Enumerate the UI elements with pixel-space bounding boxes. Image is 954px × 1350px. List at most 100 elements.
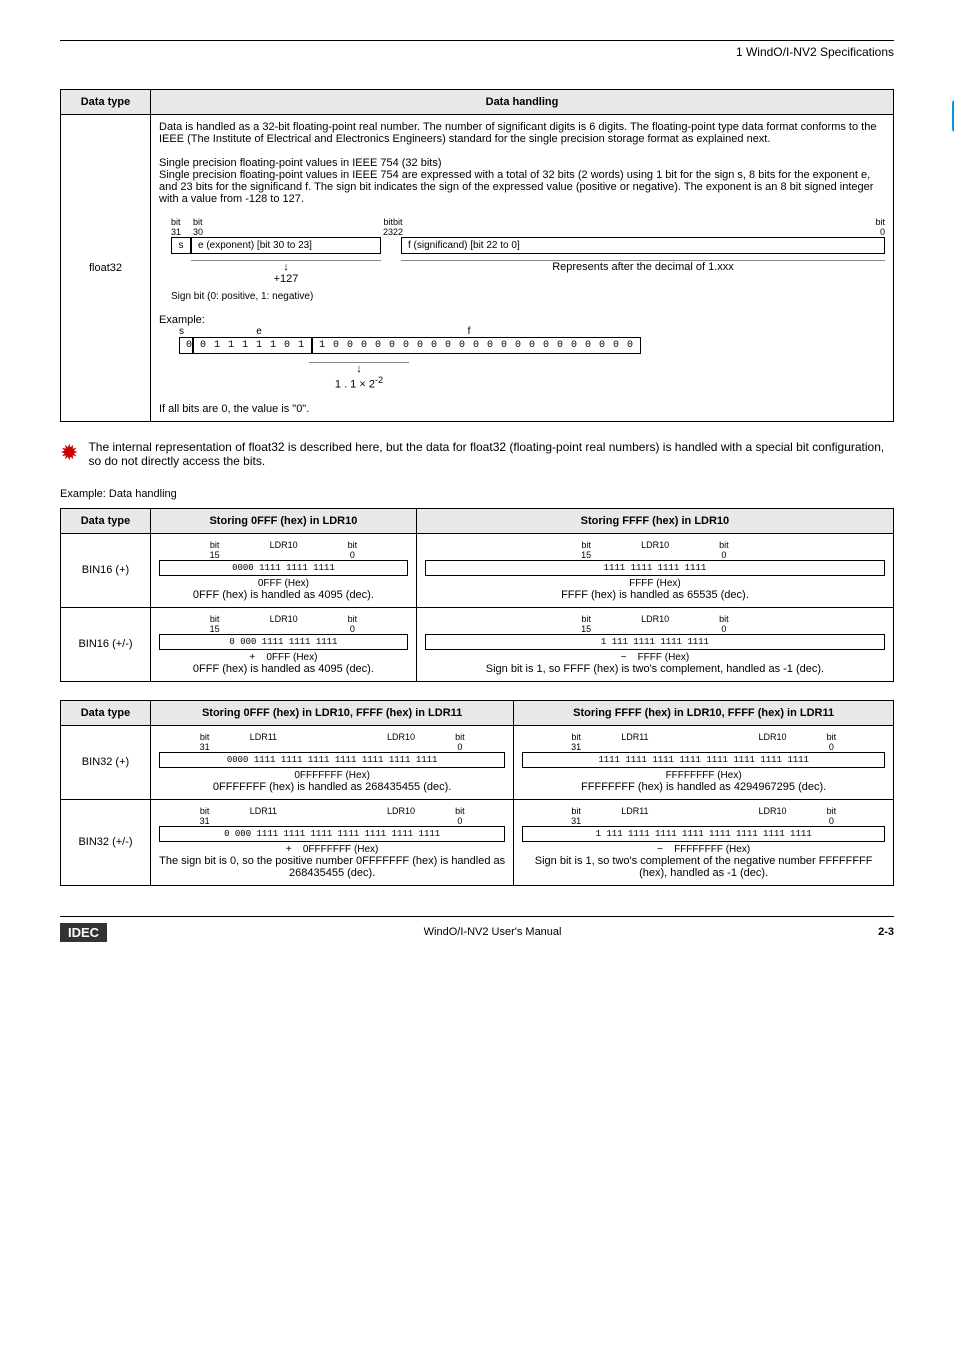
example-label: Example: Data handling [60,488,894,500]
bit-lbl: bit [455,806,465,816]
bit0: 0 [829,816,834,826]
bitnum: 0 [880,227,885,237]
bit-lbl: bit [348,540,358,550]
t3-r1c2: bit31 LDR11 LDR10 bit0 1111 1111 1111 11… [514,725,894,799]
t2-h2: Storing 0FFF (hex) in LDR10 [151,508,417,533]
hex: FFFFFFFF (Hex) [522,770,885,781]
bit0: 0 [457,816,462,826]
bit-lbl: bit [827,732,837,742]
bitnum: 22 [393,227,403,237]
t2-r1c2: bit15 LDR10 bit0 1111 1111 1111 1111 FFF… [416,533,893,607]
hex: FFFFFFFF (Hex) [674,844,750,855]
h-ieee754: Single precision floating-point values i… [159,157,885,169]
sign: + [286,844,292,855]
bit-lbl: bit [581,614,591,624]
ex-e: e [199,326,319,337]
ex-bits-e: 0 1 1 1 1 1 0 1 [193,337,312,354]
warning-icon: ✹ [60,440,78,466]
bit-lbl: bit [200,732,210,742]
sign: − [621,652,627,663]
hex: 0FFFFFFF (Hex) [303,844,379,855]
ex-formula: 1 . 1 × 2 [335,379,375,391]
bit-lbl: bit [571,806,581,816]
bit-lbl: bit [348,614,358,624]
bit-lbl: bit [719,614,729,624]
ldr11-lbl: LDR11 [621,732,648,742]
bits: 1 111 1111 1111 1111 [425,634,885,650]
note-text: The internal representation of float32 i… [88,440,894,468]
ex-f: f [319,326,619,337]
ldr11-lbl: LDR11 [250,732,277,742]
t2-h1: Data type [61,508,151,533]
desc: FFFFFFFF (hex) is handled as 4294967295 … [522,781,885,793]
bitlabel: bit [171,217,181,227]
example-heading: Example: [159,314,885,326]
plus127: +127 [274,273,299,285]
bitlabel: bit [193,217,203,227]
table-float32: Data type Data handling float32 Data is … [60,89,894,422]
t2-r2-dt: BIN16 (+/-) [61,607,151,681]
warning-note: ✹ The internal representation of float32… [60,440,894,468]
desc: Sign bit is 1, so two's complement of th… [522,855,885,879]
t2-r1-dt: BIN16 (+) [61,533,151,607]
desc: 0FFFFFFF (hex) is handled as 268435455 (… [159,781,505,793]
t2-r2c1: bit15 LDR10 bit0 0 000 1111 1111 1111 + … [151,607,417,681]
bitnum: 30 [193,227,203,237]
bit15: 15 [210,624,220,634]
ldr11-lbl: LDR11 [250,806,277,816]
ex-s: s [179,326,199,337]
ex-bits-f: 1 0 0 0 0 0 0 0 0 0 0 0 0 0 0 0 0 0 0 0 … [312,337,641,354]
sign: − [657,844,663,855]
ldr10-lbl: LDR10 [641,540,669,550]
ldr10-lbl: LDR10 [270,540,298,550]
bits: 0 000 1111 1111 1111 1111 1111 1111 1111 [159,826,505,842]
decimal-note: Represents after the decimal of 1.xxx [552,261,734,273]
t3-r2c2: bit31 LDR11 LDR10 bit0 1 111 1111 1111 1… [514,799,894,885]
bit-lbl: bit [719,540,729,550]
ldr10-lbl: LDR10 [270,614,298,624]
table-bin32: Data type Storing 0FFF (hex) in LDR10, F… [60,700,894,886]
t3-r1c1: bit31 LDR11 LDR10 bit0 0000 1111 1111 11… [151,725,514,799]
bit31: 31 [200,816,210,826]
cell-float32: float32 [61,115,151,422]
box-significand: f (significand) [bit 22 to 0] [401,237,885,254]
bit0: 0 [350,550,355,560]
p-ieee754-detail: Single precision floating-point values i… [159,169,885,205]
t3-r2-dt: BIN32 (+/-) [61,799,151,885]
bitnum: 31 [171,227,181,237]
box-exponent: e (exponent) [bit 30 to 23] [191,237,381,254]
footer-page: 2-3 [878,926,894,938]
bit31: 31 [571,816,581,826]
t3-h3: Storing FFFF (hex) in LDR10, FFFF (hex) … [514,700,894,725]
bitlabel: bit [383,217,393,227]
bit0: 0 [457,742,462,752]
box-sign: s [171,237,191,254]
footer-title: WindO/I-NV2 User's Manual [424,926,562,938]
bits: 1111 1111 1111 1111 [425,560,885,576]
ldr10-lbl: LDR10 [641,614,669,624]
p-all-zero: If all bits are 0, the value is "0". [159,403,885,415]
bits: 0000 1111 1111 1111 [159,560,408,576]
table-bin16: Data type Storing 0FFF (hex) in LDR10 St… [60,508,894,682]
hex: FFFF (Hex) [638,652,690,663]
bitlabel: bit [393,217,403,227]
footer: IDEC WindO/I-NV2 User's Manual 2-3 [60,916,894,942]
t2-h3: Storing FFFF (hex) in LDR10 [416,508,893,533]
bits: 0000 1111 1111 1111 1111 1111 1111 1111 [159,752,505,768]
signbit-note: Sign bit (0: positive, 1: negative) [171,291,885,302]
t3-h2: Storing 0FFF (hex) in LDR10, FFFF (hex) … [151,700,514,725]
col-data-handling: Data handling [151,90,894,115]
t2-r2c2: bit15 LDR10 bit0 1 111 1111 1111 1111 − … [416,607,893,681]
cell-float32-desc: Data is handled as a 32-bit floating-poi… [151,115,894,422]
bitnum: 23 [383,227,393,237]
desc: 0FFF (hex) is handled as 4095 (dec). [159,589,408,601]
ex-bits-s: 0 [179,337,193,354]
ldr10-lbl: LDR10 [387,732,415,742]
t3-r1-dt: BIN32 (+) [61,725,151,799]
bit31: 31 [571,742,581,752]
header-breadcrumb: 1 WindO/I-NV2 Specifications [60,45,894,59]
t3-h1: Data type [61,700,151,725]
bit-lbl: bit [455,732,465,742]
desc: 0FFF (hex) is handled as 4095 (dec). [159,663,408,675]
bit15: 15 [581,550,591,560]
